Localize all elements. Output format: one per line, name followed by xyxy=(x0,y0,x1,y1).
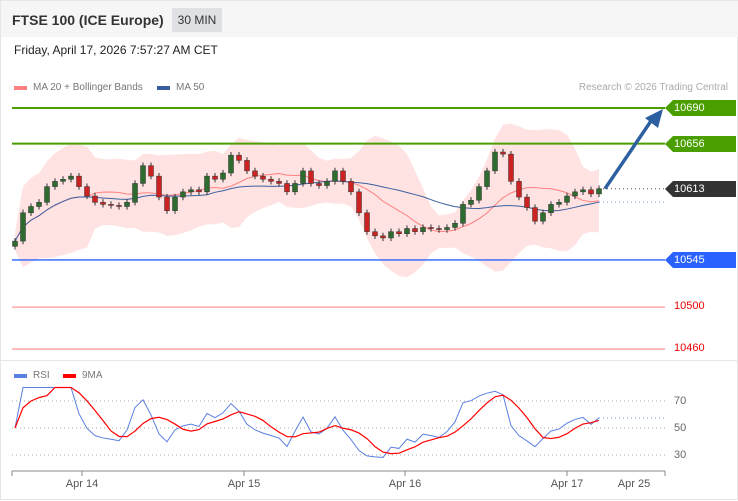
candle xyxy=(476,186,482,201)
candle xyxy=(236,154,242,161)
x-label: Apr 15 xyxy=(227,478,261,490)
rsi-ma-line xyxy=(14,386,600,455)
candle xyxy=(68,175,74,180)
candle xyxy=(348,181,354,193)
rsi-level-30: 30 xyxy=(674,449,687,461)
rsi-line xyxy=(14,387,600,458)
candle xyxy=(212,175,218,180)
candle xyxy=(316,183,322,186)
x-label: Apr 16 xyxy=(388,478,422,490)
candle xyxy=(324,181,330,186)
candle xyxy=(484,170,490,187)
candle xyxy=(452,223,458,228)
price-chart xyxy=(11,107,666,476)
candle xyxy=(260,175,266,180)
candle xyxy=(532,207,538,222)
candle xyxy=(268,179,274,182)
candle xyxy=(164,196,170,211)
last-price-tag: 10613 xyxy=(665,181,736,197)
candle xyxy=(196,189,202,193)
candle xyxy=(580,189,586,193)
candle xyxy=(588,189,594,195)
candle xyxy=(276,181,282,184)
candle xyxy=(148,165,154,177)
x-label: Apr 25 xyxy=(617,478,651,490)
candle xyxy=(60,179,66,182)
candle xyxy=(500,151,506,155)
candle xyxy=(468,199,474,205)
candle xyxy=(172,196,178,211)
candle xyxy=(92,195,98,203)
candle xyxy=(52,181,58,187)
candle xyxy=(252,170,258,177)
x-label: Apr 14 xyxy=(65,478,99,490)
candle xyxy=(28,206,34,214)
rsi-ma-swatch xyxy=(63,373,76,378)
panel-separator xyxy=(1,360,738,361)
candle xyxy=(492,151,498,172)
candle xyxy=(332,170,338,182)
candle xyxy=(100,202,106,205)
candle xyxy=(84,186,90,197)
candle xyxy=(116,205,122,207)
candle xyxy=(308,170,314,184)
rsi-level-50: 50 xyxy=(674,422,687,434)
candle xyxy=(516,181,522,198)
support-label-1: 10500 xyxy=(674,300,705,312)
candle xyxy=(132,183,138,203)
candle xyxy=(420,227,426,232)
candle xyxy=(508,153,514,182)
resistance-tag-1: 10690 xyxy=(665,100,736,116)
candle xyxy=(20,212,26,242)
candle xyxy=(156,175,162,198)
candle xyxy=(564,195,570,203)
candle xyxy=(356,191,362,214)
candle xyxy=(372,231,378,237)
candle xyxy=(124,202,130,207)
candle xyxy=(364,212,370,232)
rsi-swatch xyxy=(14,373,27,378)
forecast-arrow xyxy=(603,120,653,190)
candle xyxy=(388,231,394,239)
candle xyxy=(556,202,562,205)
candle xyxy=(396,231,402,235)
candle xyxy=(292,183,298,193)
candle xyxy=(76,175,82,187)
candle xyxy=(436,228,442,230)
candle xyxy=(284,183,290,193)
candle xyxy=(44,186,50,203)
candle xyxy=(340,170,346,182)
candle xyxy=(412,228,418,232)
legend-rsi-ma: 9MA xyxy=(63,370,103,381)
legend-rsi: RSI xyxy=(14,370,50,381)
candle xyxy=(244,160,250,172)
candle xyxy=(188,189,194,193)
candle xyxy=(108,204,114,206)
legend-rsi-label: RSI xyxy=(33,370,50,381)
candle xyxy=(428,227,434,229)
candle xyxy=(572,191,578,197)
resistance-tag-2: 10656 xyxy=(665,136,736,152)
candle xyxy=(140,165,146,184)
candle xyxy=(300,170,306,184)
candle xyxy=(548,204,554,214)
candle xyxy=(460,204,466,224)
candle xyxy=(404,228,410,235)
legend-rsi-ma-label: 9MA xyxy=(82,370,103,381)
candle xyxy=(36,202,42,207)
candle xyxy=(380,235,386,239)
pivot-tag: 10545 xyxy=(665,252,736,268)
x-label: Apr 17 xyxy=(550,478,584,490)
candle xyxy=(596,188,602,195)
candle xyxy=(444,227,450,230)
candle xyxy=(524,196,530,208)
candle xyxy=(228,154,234,174)
candle xyxy=(180,191,186,198)
candle xyxy=(540,212,546,222)
candle xyxy=(12,240,18,247)
candle xyxy=(220,172,226,180)
support-label-2: 10460 xyxy=(674,342,705,354)
candle xyxy=(204,175,210,193)
rsi-level-70: 70 xyxy=(674,395,687,407)
